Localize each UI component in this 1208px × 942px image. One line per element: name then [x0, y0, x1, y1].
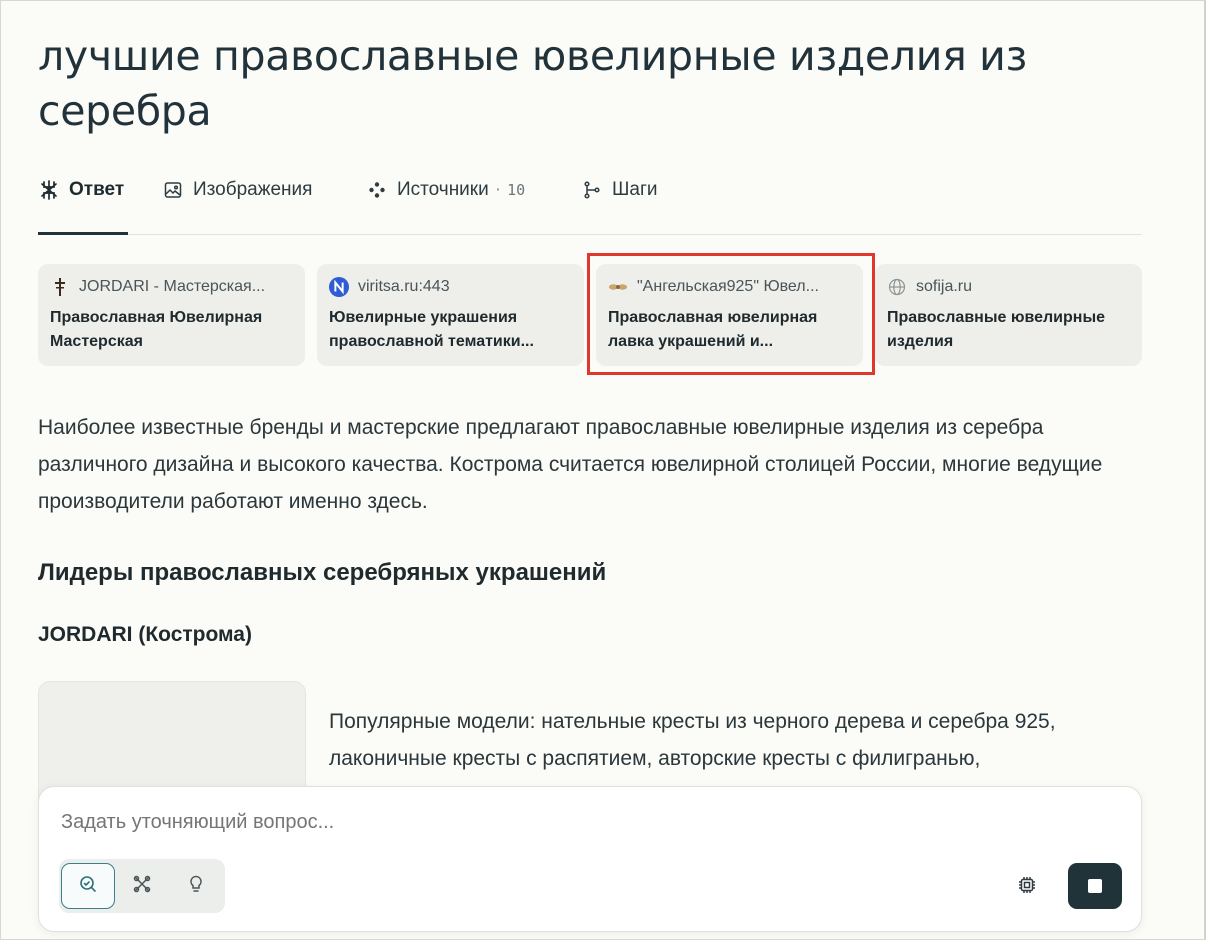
tab-images[interactable]: Изображения — [162, 179, 312, 235]
source-title: Православная Ювелирная Мастерская — [50, 309, 263, 350]
tab-label: Источники — [397, 179, 489, 200]
tab-steps[interactable]: Шаги — [581, 179, 658, 235]
source-card-highlighted[interactable]: "Ангельская925" Ювел... Православная юве… — [596, 264, 863, 366]
snowflake-icon — [38, 179, 60, 201]
follow-up-input[interactable] — [61, 811, 961, 834]
n-favicon-icon — [329, 277, 349, 297]
subheading: JORDARI (Кострома) — [38, 623, 252, 646]
answer-intro: Наиболее известные бренды и мастерские п… — [38, 416, 1103, 513]
source-title: Ювелирные украшения православной тематик… — [329, 309, 534, 350]
tab-label: Ответ — [69, 179, 125, 200]
cross-favicon-icon — [50, 277, 70, 297]
answer-detail: Популярные модели: нательные кресты из ч… — [329, 710, 1056, 770]
section-heading: Лидеры православных серебряных украшений — [38, 559, 607, 586]
mode-selector — [59, 859, 225, 913]
research-mode-button[interactable] — [115, 863, 169, 909]
research-icon — [132, 874, 152, 899]
tab-label: Шаги — [612, 179, 658, 200]
steps-icon — [581, 179, 603, 201]
tab-bar: Ответ Изображения Источники · 10 Шаги — [38, 169, 1142, 235]
sources-icon — [366, 179, 388, 201]
image-icon — [162, 179, 184, 201]
source-site: sofija.ru — [887, 275, 1130, 299]
source-site: "Ангельская925" Ювел... — [608, 275, 851, 299]
source-card[interactable]: JORDARI - Мастерская... Православная Юве… — [38, 264, 305, 366]
stop-button[interactable] — [1068, 863, 1122, 909]
source-card[interactable]: viritsa.ru:443 Ювелирные украшения право… — [317, 264, 584, 366]
tab-answer[interactable]: Ответ — [38, 179, 128, 235]
wings-favicon-icon — [608, 277, 628, 297]
tab-label: Изображения — [193, 179, 313, 200]
lightbulb-icon — [186, 874, 206, 899]
labs-mode-button[interactable] — [169, 863, 223, 909]
separator-dot: · — [494, 179, 502, 200]
search-icon — [78, 874, 98, 899]
source-cards: JORDARI - Мастерская... Православная Юве… — [38, 264, 1142, 366]
source-card[interactable]: sofija.ru Православные ювелирные изделия — [875, 264, 1142, 366]
source-site: JORDARI - Мастерская... — [50, 275, 293, 299]
stop-icon — [1088, 879, 1102, 893]
sources-count: 10 — [507, 181, 526, 199]
globe-favicon-icon — [887, 277, 907, 297]
page-title: лучшие православные ювелирные изделия из… — [38, 32, 1028, 135]
tab-sources[interactable]: Источники · 10 — [366, 179, 525, 235]
model-select-button[interactable] — [1011, 871, 1043, 903]
app-frame: лучшие православные ювелирные изделия из… — [0, 0, 1206, 940]
source-site: viritsa.ru:443 — [329, 275, 572, 299]
chip-icon — [1017, 875, 1037, 900]
search-mode-button[interactable] — [61, 863, 115, 909]
source-title: Православные ювелирные изделия — [887, 309, 1106, 350]
source-title: Православная ювелирная лавка украшений и… — [608, 309, 818, 350]
composer — [38, 786, 1142, 932]
